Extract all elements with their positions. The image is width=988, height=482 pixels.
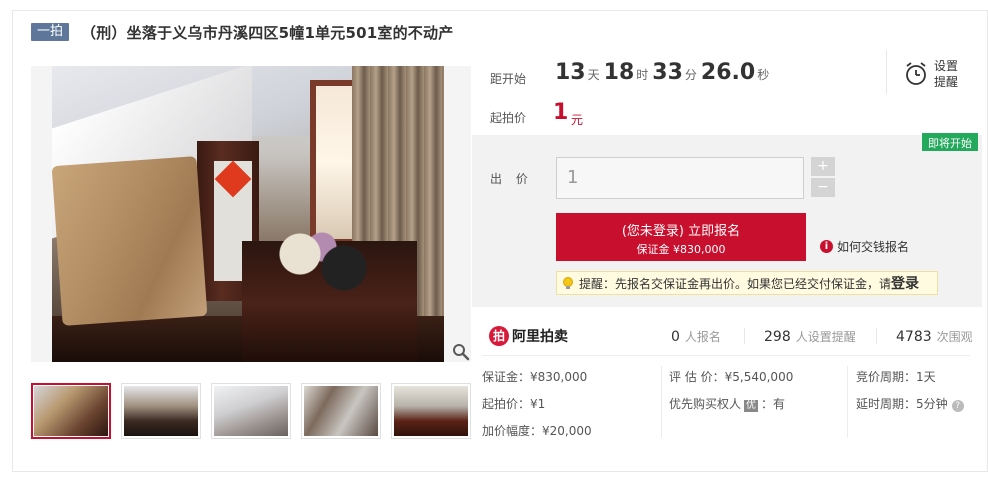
minutes-unit: 分 bbox=[684, 68, 697, 82]
detail-deposit: 保证金：¥830,000 bbox=[482, 370, 588, 384]
thumbnail-image bbox=[304, 386, 378, 436]
priority-label: 优先购买权人 bbox=[669, 397, 742, 411]
zoom-icon[interactable] bbox=[452, 343, 470, 361]
column-divider bbox=[661, 366, 662, 438]
decrease-bid-button[interactable]: − bbox=[811, 178, 835, 197]
reminder-count: 298 人设置提醒 bbox=[764, 328, 856, 345]
signup-count-num: 0 bbox=[671, 329, 680, 345]
lightbulb-icon bbox=[563, 277, 573, 289]
thumbnail-image bbox=[214, 386, 288, 436]
ali-logo-text: 阿里拍卖 bbox=[512, 329, 568, 345]
room-photo bbox=[52, 66, 444, 362]
detail-appraisal: 评 估 价：¥5,540,000 bbox=[669, 370, 794, 384]
signup-count: 0 人报名 bbox=[671, 328, 721, 345]
help-icon[interactable]: ? bbox=[951, 400, 964, 412]
countdown-timer: 13 天 18 时 33 分 26.0 秒 bbox=[555, 60, 773, 85]
photo-clutter bbox=[267, 226, 377, 296]
signup-deposit-label: 保证金 ¥830,000 bbox=[636, 243, 726, 256]
main-photo[interactable] bbox=[31, 66, 471, 362]
column-divider bbox=[847, 366, 848, 438]
thumbnail-image bbox=[394, 386, 468, 436]
priority-badge[interactable]: 优 bbox=[744, 400, 759, 412]
countdown-label: 距开始 bbox=[490, 72, 527, 86]
detail-start-price: 起拍价：¥1 bbox=[482, 397, 546, 411]
how-to-pay-label: 如何交钱报名 bbox=[837, 240, 910, 254]
view-count-num: 4783 bbox=[896, 329, 932, 345]
days-unit: 天 bbox=[587, 68, 600, 82]
ali-logo-icon: 拍 bbox=[489, 326, 509, 346]
view-count-label: 次围观 bbox=[936, 330, 973, 344]
bid-label: 出 价 bbox=[490, 172, 533, 186]
bid-amount-input[interactable]: 1 bbox=[556, 157, 804, 199]
view-count: 4783 次围观 bbox=[896, 328, 973, 345]
signup-button[interactable]: (您未登录) 立即报名 保证金 ¥830,000 bbox=[556, 213, 806, 261]
detail-priority: 优先购买权人优：有 bbox=[669, 395, 785, 412]
round-tag: 一拍 bbox=[31, 23, 70, 41]
reminder-count-num: 298 bbox=[764, 329, 791, 345]
reminder-label-line2: 提醒 bbox=[934, 75, 959, 89]
tip-text: 提醒：先报名交保证金再出价。如果您已经交付保证金，请 bbox=[579, 276, 892, 291]
seconds-unit: 秒 bbox=[757, 68, 770, 82]
starting-price-label: 起拍价 bbox=[490, 111, 527, 125]
stat-divider bbox=[876, 328, 877, 344]
login-link[interactable]: 登录 bbox=[891, 273, 919, 293]
signup-button-label: (您未登录) 立即报名 bbox=[621, 224, 741, 239]
priority-value: ：有 bbox=[761, 397, 786, 411]
detail-increment: 加价幅度：¥20,000 bbox=[482, 424, 592, 438]
thumbnail-strip bbox=[31, 383, 481, 439]
bid-panel: 即将开始 出 价 1 + − (您未登录) 立即报名 保证金 ¥830,000 … bbox=[472, 133, 982, 307]
stat-divider bbox=[744, 328, 745, 344]
photo-mattress bbox=[52, 156, 208, 326]
starting-price-unit: 元 bbox=[571, 113, 584, 127]
ali-auction-logo: 拍 阿里拍卖 bbox=[489, 326, 568, 346]
reminder-divider bbox=[886, 50, 887, 94]
stats-divider-line bbox=[482, 355, 970, 356]
thumbnail-1[interactable] bbox=[31, 383, 111, 439]
signup-count-label: 人报名 bbox=[684, 330, 721, 344]
thumbnail-4[interactable] bbox=[301, 383, 381, 439]
reminder-count-label: 人设置提醒 bbox=[795, 330, 856, 344]
thumbnail-3[interactable] bbox=[211, 383, 291, 439]
countdown-days: 13 bbox=[555, 60, 586, 85]
reminder-label-line1: 设置 bbox=[934, 59, 959, 73]
reminder-label: 设置 提醒 bbox=[934, 58, 962, 90]
thumbnail-image bbox=[124, 386, 198, 436]
page-title: （刑）坐落于义乌市丹溪四区5幢1单元501室的不动产 bbox=[81, 23, 454, 42]
starting-price-value: 1 bbox=[553, 100, 569, 125]
countdown-hours: 18 bbox=[603, 60, 635, 85]
countdown-minutes: 33 bbox=[652, 60, 683, 85]
detail-delay: 延时周期：5分钟? bbox=[856, 395, 964, 412]
thumbnail-image bbox=[34, 386, 108, 436]
hours-unit: 时 bbox=[636, 68, 649, 82]
countdown-section: 距开始 13 天 18 时 33 分 26.0 秒 起拍价 1 元 bbox=[472, 50, 978, 132]
increase-bid-button[interactable]: + bbox=[811, 157, 835, 176]
status-badge: 即将开始 bbox=[922, 133, 978, 151]
info-icon: i bbox=[820, 240, 833, 253]
thumbnail-2[interactable] bbox=[121, 383, 201, 439]
set-reminder-button[interactable]: 设置 提醒 bbox=[904, 56, 966, 92]
delay-label: 延时周期：5分钟 bbox=[856, 397, 948, 411]
how-to-pay-link[interactable]: i 如何交钱报名 bbox=[820, 238, 909, 255]
tip-box: 提醒：先报名交保证金再出价。如果您已经交付保证金，请 登录 bbox=[556, 271, 938, 295]
countdown-seconds: 26.0 bbox=[700, 60, 756, 85]
thumbnail-5[interactable] bbox=[391, 383, 471, 439]
title-row: 一拍 （刑）坐落于义乌市丹溪四区5幢1单元501室的不动产 bbox=[31, 22, 453, 42]
detail-period: 竞价周期：1天 bbox=[856, 370, 936, 384]
alarm-clock-icon bbox=[906, 62, 926, 85]
